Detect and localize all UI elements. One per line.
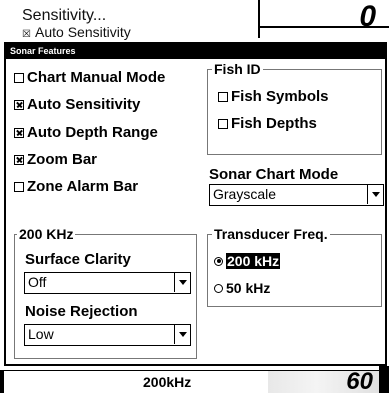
bg-check-icon: ☒ xyxy=(22,29,31,40)
select-value: Grayscale xyxy=(213,186,277,202)
surface-clarity-label: Surface Clarity xyxy=(25,251,131,268)
status-bar-edge xyxy=(0,371,4,393)
radio-50-khz[interactable]: 50 kHz xyxy=(214,280,270,296)
transducer-freq-group: Transducer Freq. 200 kHz 50 kHz xyxy=(207,226,382,307)
transducer-freq-title: Transducer Freq. xyxy=(212,226,330,242)
option-label: Chart Manual Mode xyxy=(27,69,166,86)
bg-depth-panel: 0 xyxy=(258,0,389,38)
checkbox-checked-icon xyxy=(14,127,24,138)
option-label: Fish Symbols xyxy=(231,88,329,105)
option-auto-depth-range[interactable]: Auto Depth Range xyxy=(14,124,158,141)
option-chart-manual-mode[interactable]: Chart Manual Mode xyxy=(14,69,165,86)
background-menu: Sensitivity... ☒ Auto Sensitivity 0 xyxy=(0,0,389,40)
fish-id-group: Fish ID Fish Symbols Fish Depths xyxy=(207,61,382,155)
select-value: Off xyxy=(28,274,47,290)
surface-clarity-select[interactable]: Off xyxy=(24,272,191,294)
chevron-down-icon xyxy=(174,273,190,292)
option-label: Auto Depth Range xyxy=(27,124,158,141)
status-bar: 200kHz 60 xyxy=(0,368,389,393)
checkbox-icon xyxy=(218,91,228,102)
radio-icon xyxy=(214,283,223,293)
khz-group: 200 KHz Surface Clarity Off Noise Reject… xyxy=(14,226,197,359)
checkbox-icon xyxy=(14,72,24,83)
option-zone-alarm-bar[interactable]: Zone Alarm Bar xyxy=(14,178,138,195)
bg-depth-readout: 0 xyxy=(359,0,376,33)
dialog-title: Sonar Features xyxy=(6,44,385,59)
sonar-chart-mode-select[interactable]: Grayscale xyxy=(209,184,384,206)
frequency-readout: 200kHz xyxy=(143,374,192,390)
checkbox-checked-icon xyxy=(14,154,24,165)
radio-label: 200 kHz xyxy=(226,253,281,269)
bg-menu-item-label: Auto Sensitivity xyxy=(35,24,131,40)
depth-panel: 60 xyxy=(268,368,389,393)
select-value: Low xyxy=(28,326,54,342)
depth-readout: 60 xyxy=(346,368,373,393)
option-auto-sensitivity[interactable]: Auto Sensitivity xyxy=(14,96,140,113)
noise-rejection-select[interactable]: Low xyxy=(24,324,191,346)
chevron-down-icon xyxy=(174,325,190,344)
option-label: Fish Depths xyxy=(231,115,317,132)
radio-selected-icon xyxy=(214,256,223,266)
sonar-chart-mode-label: Sonar Chart Mode xyxy=(209,166,339,183)
chevron-down-icon xyxy=(367,185,383,204)
option-label: Zoom Bar xyxy=(27,151,98,168)
option-zoom-bar[interactable]: Zoom Bar xyxy=(14,151,97,168)
option-fish-symbols[interactable]: Fish Symbols xyxy=(218,88,329,105)
radio-200-khz[interactable]: 200 kHz xyxy=(214,253,281,269)
scroll-edge-bar xyxy=(379,366,389,393)
fish-id-title: Fish ID xyxy=(212,61,263,77)
sonar-features-dialog: Sonar Features Chart Manual Mode Auto Se… xyxy=(4,42,387,366)
checkbox-checked-icon xyxy=(14,99,24,110)
checkbox-icon xyxy=(14,181,24,192)
khz-group-title: 200 KHz xyxy=(17,226,76,242)
option-label: Zone Alarm Bar xyxy=(27,178,139,195)
checkbox-icon xyxy=(218,118,228,129)
bg-menu-item-sensitivity: Sensitivity... xyxy=(22,7,107,24)
noise-rejection-label: Noise Rejection xyxy=(25,303,138,320)
option-fish-depths[interactable]: Fish Depths xyxy=(218,115,317,132)
option-label: Auto Sensitivity xyxy=(27,96,141,113)
radio-label: 50 kHz xyxy=(226,280,271,296)
bg-menu-item-auto-sensitivity: ☒ Auto Sensitivity xyxy=(22,24,131,40)
